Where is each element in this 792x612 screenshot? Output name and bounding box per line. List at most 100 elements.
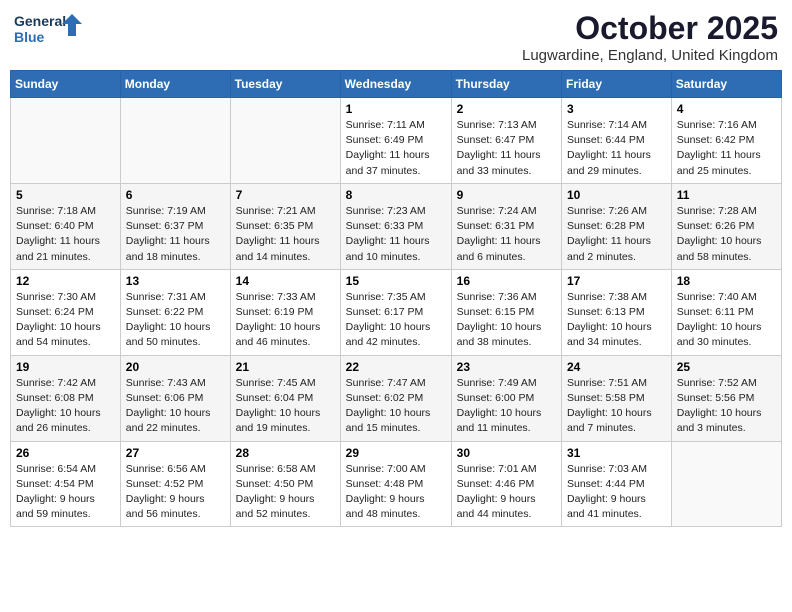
calendar-cell: 13 Sunrise: 7:31 AM Sunset: 6:22 PM Dayli… [120,269,230,355]
day-number: 24 [567,360,666,374]
day-number: 15 [346,274,446,288]
day-number: 10 [567,188,666,202]
calendar-cell: 26 Sunrise: 6:54 AM Sunset: 4:54 PM Dayli… [11,441,121,527]
day-number: 12 [16,274,115,288]
calendar-cell: 3 Sunrise: 7:14 AM Sunset: 6:44 PM Daylig… [562,98,672,184]
day-number: 28 [236,446,335,460]
day-number: 14 [236,274,335,288]
day-info: Sunrise: 7:31 AM Sunset: 6:22 PM Dayligh… [126,290,225,351]
day-info: Sunrise: 7:14 AM Sunset: 6:44 PM Dayligh… [567,118,666,179]
day-info: Sunrise: 7:33 AM Sunset: 6:19 PM Dayligh… [236,290,335,351]
day-info: Sunrise: 7:35 AM Sunset: 6:17 PM Dayligh… [346,290,446,351]
day-info: Sunrise: 6:54 AM Sunset: 4:54 PM Dayligh… [16,462,115,523]
day-number: 29 [346,446,446,460]
day-number: 23 [457,360,556,374]
calendar-cell [11,98,121,184]
day-number: 7 [236,188,335,202]
day-info: Sunrise: 7:52 AM Sunset: 5:56 PM Dayligh… [677,376,776,437]
weekday-header-saturday: Saturday [671,71,781,98]
calendar-cell: 9 Sunrise: 7:24 AM Sunset: 6:31 PM Daylig… [451,183,561,269]
day-number: 20 [126,360,225,374]
title-block: October 2025 Lugwardine, England, United… [522,10,778,64]
calendar-cell: 16 Sunrise: 7:36 AM Sunset: 6:15 PM Dayli… [451,269,561,355]
day-number: 6 [126,188,225,202]
day-number: 26 [16,446,115,460]
calendar-cell: 12 Sunrise: 7:30 AM Sunset: 6:24 PM Dayli… [11,269,121,355]
logo: General Blue [14,10,84,52]
day-info: Sunrise: 7:23 AM Sunset: 6:33 PM Dayligh… [346,204,446,265]
calendar-table: SundayMondayTuesdayWednesdayThursdayFrid… [10,70,782,527]
day-number: 18 [677,274,776,288]
calendar-cell: 11 Sunrise: 7:28 AM Sunset: 6:26 PM Dayli… [671,183,781,269]
calendar-cell: 20 Sunrise: 7:43 AM Sunset: 6:06 PM Dayli… [120,355,230,441]
day-info: Sunrise: 7:42 AM Sunset: 6:08 PM Dayligh… [16,376,115,437]
day-info: Sunrise: 7:40 AM Sunset: 6:11 PM Dayligh… [677,290,776,351]
day-info: Sunrise: 7:49 AM Sunset: 6:00 PM Dayligh… [457,376,556,437]
calendar-cell: 22Sunrise: 7:47 AM Sunset: 6:02 PM Dayli… [340,355,451,441]
day-info: Sunrise: 7:30 AM Sunset: 6:24 PM Dayligh… [16,290,115,351]
day-number: 17 [567,274,666,288]
day-number: 5 [16,188,115,202]
calendar-cell: 23 Sunrise: 7:49 AM Sunset: 6:00 PM Dayli… [451,355,561,441]
day-info: Sunrise: 7:43 AM Sunset: 6:06 PM Dayligh… [126,376,225,437]
day-info: Sunrise: 7:16 AM Sunset: 6:42 PM Dayligh… [677,118,776,179]
weekday-header-tuesday: Tuesday [230,71,340,98]
calendar-cell: 1Sunrise: 7:11 AM Sunset: 6:49 PM Daylig… [340,98,451,184]
day-info: Sunrise: 7:19 AM Sunset: 6:37 PM Dayligh… [126,204,225,265]
day-info: Sunrise: 7:03 AM Sunset: 4:44 PM Dayligh… [567,462,666,523]
day-number: 13 [126,274,225,288]
calendar-week-2: 5 Sunrise: 7:18 AM Sunset: 6:40 PM Daylig… [11,183,782,269]
calendar-cell: 15 Sunrise: 7:35 AM Sunset: 6:17 PM Dayli… [340,269,451,355]
calendar-cell: 30Sunrise: 7:01 AM Sunset: 4:46 PM Dayli… [451,441,561,527]
weekday-header-friday: Friday [562,71,672,98]
calendar-cell: 14 Sunrise: 7:33 AM Sunset: 6:19 PM Dayli… [230,269,340,355]
svg-text:General: General [14,13,66,29]
weekday-header-monday: Monday [120,71,230,98]
day-number: 4 [677,102,776,116]
logo-svg: General Blue [14,10,84,52]
page-subtitle: Lugwardine, England, United Kingdom [522,47,778,64]
day-info: Sunrise: 7:13 AM Sunset: 6:47 PM Dayligh… [457,118,556,179]
calendar-cell [120,98,230,184]
day-info: Sunrise: 7:24 AM Sunset: 6:31 PM Dayligh… [457,204,556,265]
day-info: Sunrise: 7:51 AM Sunset: 5:58 PM Dayligh… [567,376,666,437]
day-number: 2 [457,102,556,116]
day-info: Sunrise: 7:26 AM Sunset: 6:28 PM Dayligh… [567,204,666,265]
calendar-cell: 5 Sunrise: 7:18 AM Sunset: 6:40 PM Daylig… [11,183,121,269]
day-number: 21 [236,360,335,374]
page-header: General Blue October 2025 Lugwardine, En… [10,10,782,64]
calendar-cell: 28Sunrise: 6:58 AM Sunset: 4:50 PM Dayli… [230,441,340,527]
day-info: Sunrise: 7:47 AM Sunset: 6:02 PM Dayligh… [346,376,446,437]
calendar-week-5: 26 Sunrise: 6:54 AM Sunset: 4:54 PM Dayli… [11,441,782,527]
day-number: 9 [457,188,556,202]
weekday-header-sunday: Sunday [11,71,121,98]
day-number: 3 [567,102,666,116]
calendar-cell: 31Sunrise: 7:03 AM Sunset: 4:44 PM Dayli… [562,441,672,527]
day-info: Sunrise: 7:38 AM Sunset: 6:13 PM Dayligh… [567,290,666,351]
calendar-cell: 29 Sunrise: 7:00 AM Sunset: 4:48 PM Dayli… [340,441,451,527]
calendar-cell: 6 Sunrise: 7:19 AM Sunset: 6:37 PM Daylig… [120,183,230,269]
calendar-week-4: 19Sunrise: 7:42 AM Sunset: 6:08 PM Dayli… [11,355,782,441]
calendar-cell [230,98,340,184]
calendar-cell: 8Sunrise: 7:23 AM Sunset: 6:33 PM Daylig… [340,183,451,269]
calendar-cell: 10 Sunrise: 7:26 AM Sunset: 6:28 PM Dayli… [562,183,672,269]
weekday-header-wednesday: Wednesday [340,71,451,98]
calendar-week-3: 12 Sunrise: 7:30 AM Sunset: 6:24 PM Dayli… [11,269,782,355]
calendar-cell: 4 Sunrise: 7:16 AM Sunset: 6:42 PM Daylig… [671,98,781,184]
day-number: 27 [126,446,225,460]
weekday-header-row: SundayMondayTuesdayWednesdayThursdayFrid… [11,71,782,98]
day-info: Sunrise: 7:28 AM Sunset: 6:26 PM Dayligh… [677,204,776,265]
day-number: 25 [677,360,776,374]
calendar-cell: 27Sunrise: 6:56 AM Sunset: 4:52 PM Dayli… [120,441,230,527]
calendar-week-1: 1Sunrise: 7:11 AM Sunset: 6:49 PM Daylig… [11,98,782,184]
day-info: Sunrise: 7:00 AM Sunset: 4:48 PM Dayligh… [346,462,446,523]
calendar-cell: 25 Sunrise: 7:52 AM Sunset: 5:56 PM Dayli… [671,355,781,441]
day-number: 16 [457,274,556,288]
calendar-cell: 24 Sunrise: 7:51 AM Sunset: 5:58 PM Dayli… [562,355,672,441]
day-number: 11 [677,188,776,202]
day-info: Sunrise: 7:18 AM Sunset: 6:40 PM Dayligh… [16,204,115,265]
page-title: October 2025 [522,10,778,47]
day-info: Sunrise: 7:01 AM Sunset: 4:46 PM Dayligh… [457,462,556,523]
calendar-cell: 2 Sunrise: 7:13 AM Sunset: 6:47 PM Daylig… [451,98,561,184]
day-info: Sunrise: 7:36 AM Sunset: 6:15 PM Dayligh… [457,290,556,351]
